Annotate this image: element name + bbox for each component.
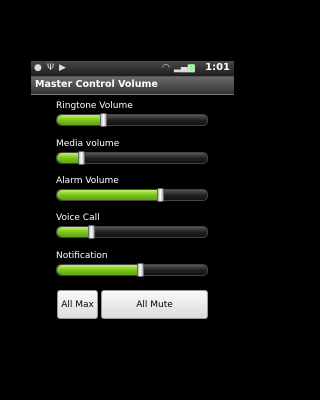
slider-fill (57, 190, 161, 200)
android-icon: ● (34, 63, 42, 73)
usb-icon: Ψ (47, 63, 55, 73)
alarm-slider[interactable] (56, 188, 208, 202)
voice-call-slider[interactable] (56, 225, 208, 239)
all-mute-button[interactable]: All Mute (101, 290, 208, 319)
status-time: 1:01 (205, 62, 230, 73)
slider-thumb[interactable] (78, 151, 85, 165)
slider-fill (57, 115, 104, 125)
slider-fill (57, 265, 141, 275)
voice-call-label: Voice Call (56, 213, 100, 223)
app-window: ● Ψ ▶ ◠ ▂▄▆ ▮ 1:01 Master Control Volume… (31, 61, 234, 340)
page-title: Master Control Volume (35, 79, 158, 90)
title-bar: Master Control Volume (31, 77, 234, 95)
slider-thumb[interactable] (157, 188, 164, 202)
slider-thumb[interactable] (100, 113, 107, 127)
notification-slider[interactable] (56, 263, 208, 277)
wifi-icon: ◠ (162, 63, 170, 73)
battery-icon: ▮ (189, 63, 194, 73)
media-label: Media volume (56, 139, 120, 149)
slider-fill (57, 227, 92, 237)
ringtone-label: Ringtone Volume (56, 101, 133, 111)
alarm-label: Alarm Volume (56, 176, 119, 186)
media-slider[interactable] (56, 151, 208, 165)
status-bar: ● Ψ ▶ ◠ ▂▄▆ ▮ 1:01 (31, 61, 234, 77)
slider-thumb[interactable] (88, 225, 95, 239)
ringtone-slider[interactable] (56, 113, 208, 127)
play-icon: ▶ (59, 63, 66, 73)
all-max-button[interactable]: All Max (57, 290, 98, 319)
notification-label: Notification (56, 251, 108, 261)
slider-thumb[interactable] (137, 263, 144, 277)
